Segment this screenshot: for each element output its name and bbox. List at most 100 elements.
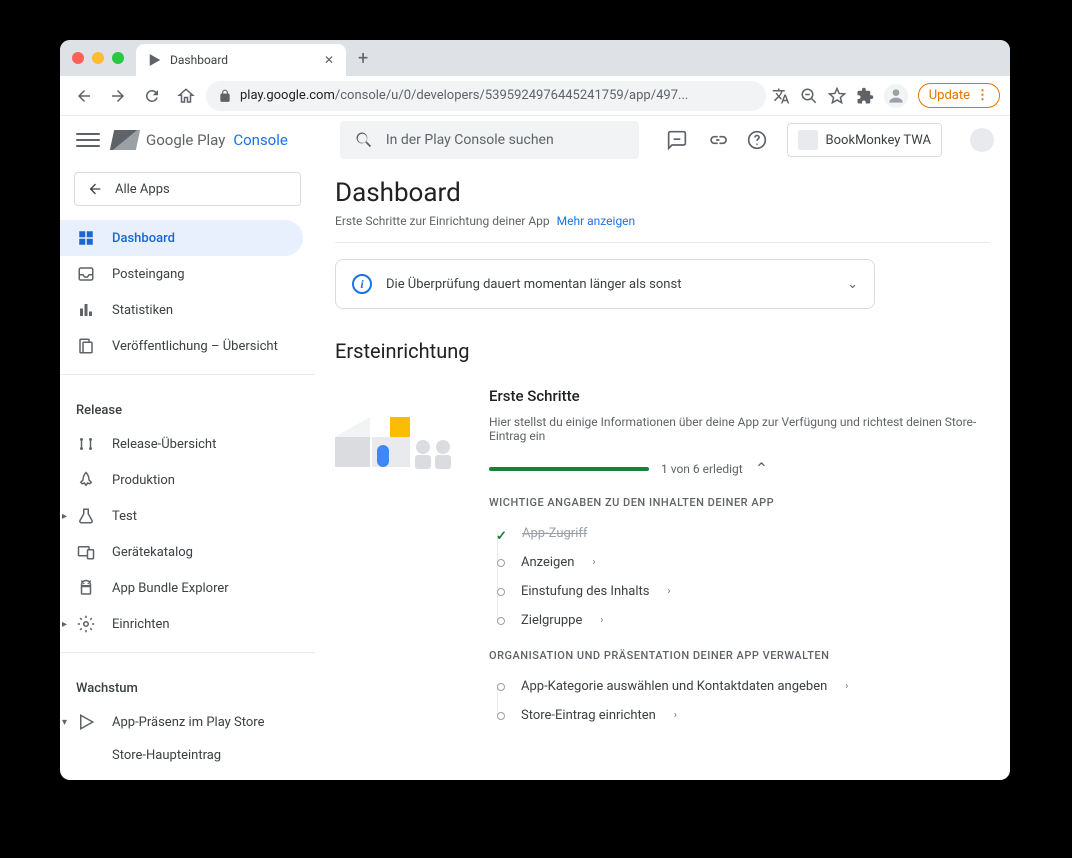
close-tab-button[interactable]: ✕ — [324, 53, 334, 67]
sidebar-item-release-overview[interactable]: Release-Übersicht — [60, 426, 303, 462]
progress-bar — [489, 467, 649, 471]
sidebar-item-setup[interactable]: ▸ Einrichten — [60, 606, 303, 642]
brand[interactable]: Google Play Console — [112, 130, 288, 150]
play-icon — [76, 712, 96, 732]
url-input[interactable]: play.google.com/console/u/0/developers/5… — [206, 81, 766, 111]
sidebar-item-test[interactable]: ▸ Test — [60, 498, 303, 534]
sidebar-header-growth: Wachstum — [60, 663, 315, 704]
collapse-icon: ▾ — [62, 717, 67, 728]
inbox-icon[interactable] — [667, 130, 687, 150]
sidebar-item-stats[interactable]: Statistiken — [60, 292, 303, 328]
tab-title: Dashboard — [170, 53, 228, 67]
search-input[interactable]: In der Play Console suchen — [340, 121, 639, 159]
sidebar-item-dashboard[interactable]: Dashboard — [60, 220, 303, 256]
circle-icon — [497, 588, 505, 596]
sidebar-item-bundle-explorer[interactable]: App Bundle Explorer — [60, 570, 303, 606]
task-ads[interactable]: Anzeigen› — [501, 548, 990, 577]
chevron-up-icon[interactable]: ⌃ — [755, 459, 768, 478]
translate-icon[interactable] — [772, 87, 790, 105]
dashboard-icon — [76, 228, 96, 248]
progress-row: 1 von 6 erledigt ⌃ — [489, 459, 990, 478]
bookmark-star-icon[interactable] — [828, 87, 846, 105]
info-banner[interactable]: i Die Überprüfung dauert momentan länger… — [335, 259, 875, 309]
sidebar-item-device-catalog[interactable]: Gerätekatalog — [60, 534, 303, 570]
tasks-section-header-2: Organisation und Präsentation deiner App… — [489, 649, 990, 662]
show-more-link[interactable]: Mehr anzeigen — [557, 214, 636, 228]
help-icon[interactable] — [747, 130, 767, 150]
sidebar-item-production[interactable]: Produktion — [60, 462, 303, 498]
task-audience[interactable]: Zielgruppe› — [501, 606, 990, 635]
link-icon[interactable] — [707, 130, 727, 150]
browser-profile-avatar[interactable] — [884, 84, 908, 108]
task-category[interactable]: App-Kategorie auswählen und Kontaktdaten… — [501, 672, 990, 701]
address-bar-actions: Update⋮ — [772, 83, 1000, 108]
devices-icon — [76, 542, 96, 562]
stats-icon — [76, 300, 96, 320]
close-window-button[interactable] — [72, 52, 84, 64]
sidebar-item-store-presence[interactable]: ▾ App-Präsenz im Play Store — [60, 704, 303, 740]
info-text: Die Überprüfung dauert momentan länger a… — [386, 277, 681, 292]
extensions-icon[interactable] — [856, 87, 874, 105]
play-console-favicon — [148, 53, 162, 67]
browser-tab[interactable]: Dashboard ✕ — [136, 44, 346, 76]
circle-icon — [497, 559, 505, 567]
home-button[interactable] — [172, 82, 200, 110]
setup-section: Erste Schritte Hier stellst du einige In… — [335, 387, 990, 730]
page-header: Dashboard Erste Schritte zur Einrichtung… — [335, 164, 990, 243]
forward-button[interactable] — [104, 82, 132, 110]
titlebar: Dashboard ✕ + — [60, 40, 1010, 76]
gear-icon — [76, 614, 96, 634]
chevron-right-icon: › — [845, 681, 848, 692]
flask-icon — [76, 506, 96, 526]
back-button[interactable] — [70, 82, 98, 110]
url-path: /console/u/0/developers/5395924976445241… — [335, 88, 688, 103]
zoom-icon[interactable] — [800, 87, 818, 105]
android-icon — [76, 578, 96, 598]
expand-icon: ▸ — [62, 619, 67, 630]
check-icon — [496, 529, 506, 539]
task-list-2: App-Kategorie auswählen und Kontaktdaten… — [489, 672, 990, 730]
sidebar-item-publishing[interactable]: Veröffentlichung – Übersicht — [60, 328, 303, 364]
menu-toggle-button[interactable] — [76, 128, 100, 152]
setup-description: Hier stellst du einige Informationen übe… — [489, 415, 990, 443]
reload-button[interactable] — [138, 82, 166, 110]
sidebar: Alle Apps Dashboard Posteingang Statisti… — [60, 164, 315, 780]
task-content-rating[interactable]: Einstufung des Inhalts› — [501, 577, 990, 606]
chevron-down-icon[interactable]: ⌄ — [847, 277, 858, 292]
user-avatar[interactable] — [970, 128, 994, 152]
new-tab-button[interactable]: + — [358, 48, 368, 69]
inbox-nav-icon — [76, 264, 96, 284]
setup-title: Erste Schritte — [489, 387, 990, 405]
sidebar-header-release: Release — [60, 385, 315, 426]
header-actions: BookMonkey TWA — [667, 123, 994, 157]
maximize-window-button[interactable] — [112, 52, 124, 64]
content-area: Alle Apps Dashboard Posteingang Statisti… — [60, 164, 1010, 780]
circle-icon — [497, 617, 505, 625]
app-selector[interactable]: BookMonkey TWA — [787, 123, 942, 157]
sidebar-item-main-listing[interactable]: Store-Haupteintrag — [60, 740, 303, 771]
update-button[interactable]: Update⋮ — [918, 83, 1000, 108]
tasks-section-header-1: Wichtige Angaben zu den Inhalten deiner … — [489, 496, 990, 509]
sidebar-item-inbox[interactable]: Posteingang — [60, 256, 303, 292]
chevron-right-icon: › — [674, 710, 677, 721]
main-content: Dashboard Erste Schritte zur Einrichtung… — [315, 164, 1010, 780]
app-header: Google Play Console In der Play Console … — [60, 116, 1010, 164]
minimize-window-button[interactable] — [92, 52, 104, 64]
circle-icon — [497, 712, 505, 720]
url-domain: play.google.com — [240, 88, 335, 103]
page-title: Dashboard — [335, 178, 990, 208]
search-icon — [354, 130, 374, 150]
task-store-listing[interactable]: Store-Eintrag einrichten› — [501, 701, 990, 730]
play-console-logo-icon — [110, 130, 140, 150]
browser-window: Dashboard ✕ + play.google.com/console/u/… — [60, 40, 1010, 780]
release-overview-icon — [76, 434, 96, 454]
traffic-lights — [72, 52, 124, 64]
task-list-1: App-Zugriff Anzeigen› Einstufung des Inh… — [489, 519, 990, 635]
rocket-icon — [76, 470, 96, 490]
all-apps-button[interactable]: Alle Apps — [74, 172, 301, 206]
task-app-access[interactable]: App-Zugriff — [501, 519, 990, 548]
sidebar-item-custom-listings[interactable]: Benutzerdefinierte Store-Einträge — [60, 771, 303, 780]
setup-heading: Ersteinrichtung — [335, 339, 990, 363]
address-bar: play.google.com/console/u/0/developers/5… — [60, 76, 1010, 116]
publishing-icon — [76, 336, 96, 356]
